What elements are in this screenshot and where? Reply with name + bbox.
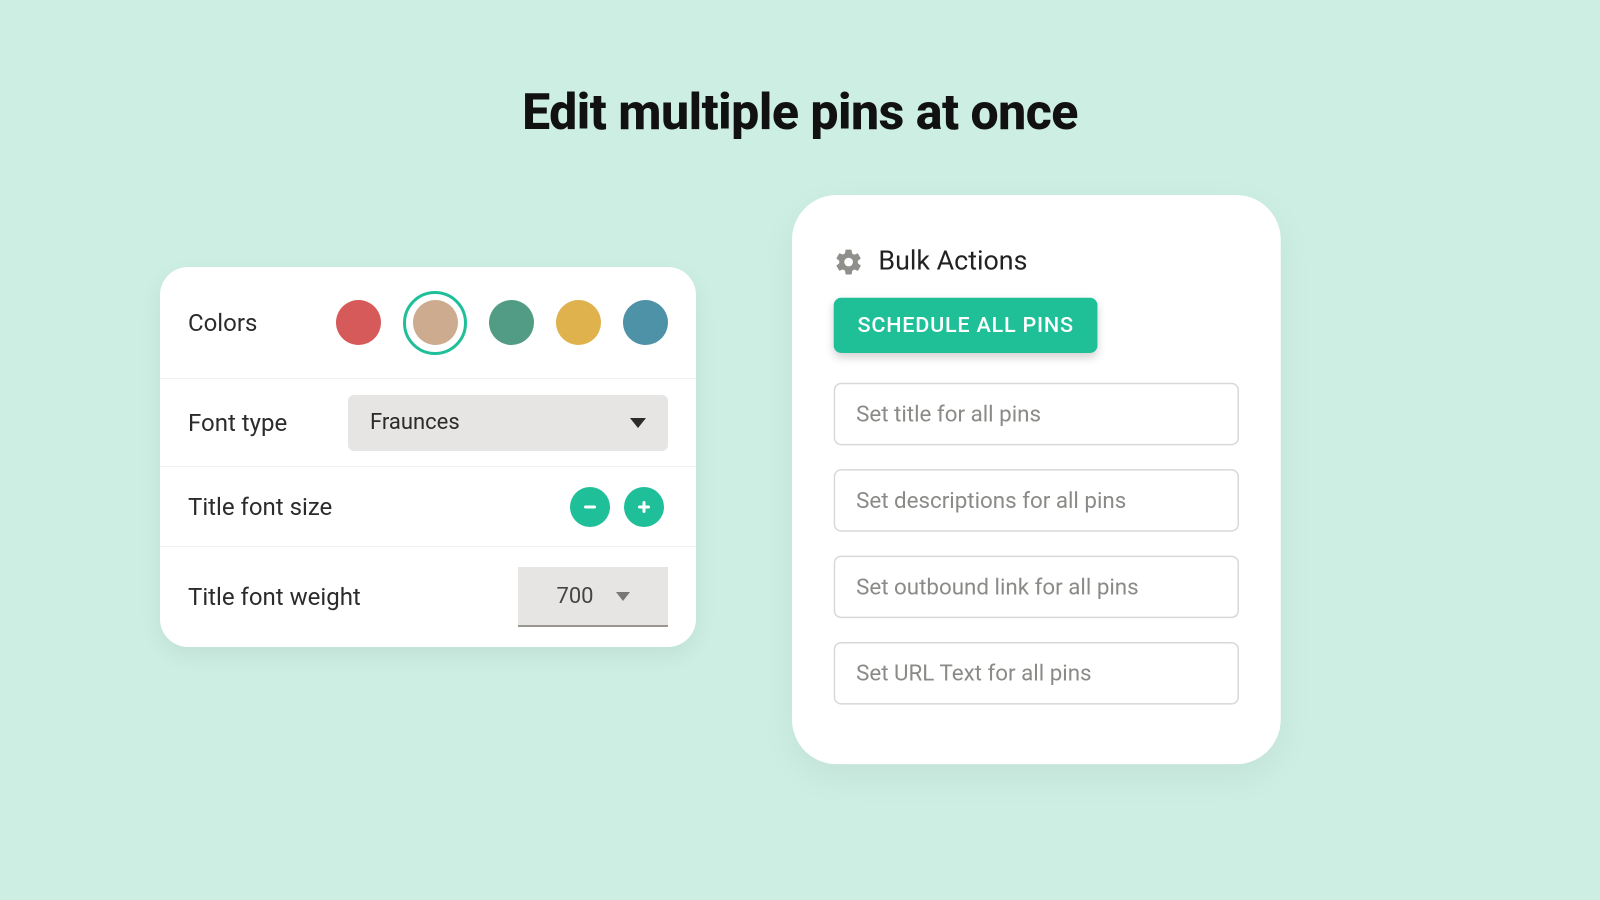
plus-icon [635,498,653,516]
color-swatch-group [336,291,668,355]
color-swatch-5[interactable] [623,300,668,345]
font-size-stepper [570,487,668,527]
title-font-weight-label: Title font weight [188,583,361,611]
set-outbound-link-input[interactable]: Set outbound link for all pins [834,556,1239,619]
color-swatch-3[interactable] [489,300,534,345]
set-url-text-input[interactable]: Set URL Text for all pins [834,642,1239,705]
gear-icon [834,246,864,276]
bulk-actions-panel: Bulk Actions SCHEDULE ALL PINS Set title… [792,195,1281,764]
color-swatch-4[interactable] [556,300,601,345]
set-outbound-link-placeholder: Set outbound link for all pins [856,573,1139,600]
set-url-text-placeholder: Set URL Text for all pins [856,660,1092,687]
chevron-down-icon [616,592,630,601]
color-swatch-2[interactable] [413,300,458,345]
style-editor-panel: Colors Font type Fraunces Title font siz… [160,267,696,647]
font-type-value: Fraunces [370,410,460,435]
decrease-button[interactable] [570,487,610,527]
set-title-input[interactable]: Set title for all pins [834,383,1239,446]
schedule-all-pins-button[interactable]: SCHEDULE ALL PINS [834,298,1098,353]
title-font-size-label: Title font size [188,493,332,521]
page-title: Edit multiple pins at once [0,84,1600,142]
row-colors: Colors [160,267,696,379]
font-type-select[interactable]: Fraunces [348,395,668,451]
colors-label: Colors [188,309,257,337]
increase-button[interactable] [624,487,664,527]
row-font-type: Font type Fraunces [160,379,696,467]
font-weight-select[interactable]: 700 [518,567,668,627]
font-type-label: Font type [188,409,287,437]
chevron-down-icon [630,418,646,428]
bulk-actions-title: Bulk Actions [878,246,1027,277]
row-title-font-weight: Title font weight 700 [160,547,696,647]
set-description-input[interactable]: Set descriptions for all pins [834,469,1239,532]
row-title-font-size: Title font size [160,467,696,547]
set-title-placeholder: Set title for all pins [856,401,1041,428]
set-description-placeholder: Set descriptions for all pins [856,487,1126,514]
minus-icon [581,498,599,516]
color-swatch-selected-ring [403,291,467,355]
color-swatch-1[interactable] [336,300,381,345]
font-weight-value: 700 [556,584,593,609]
bulk-actions-header: Bulk Actions [834,246,1239,277]
